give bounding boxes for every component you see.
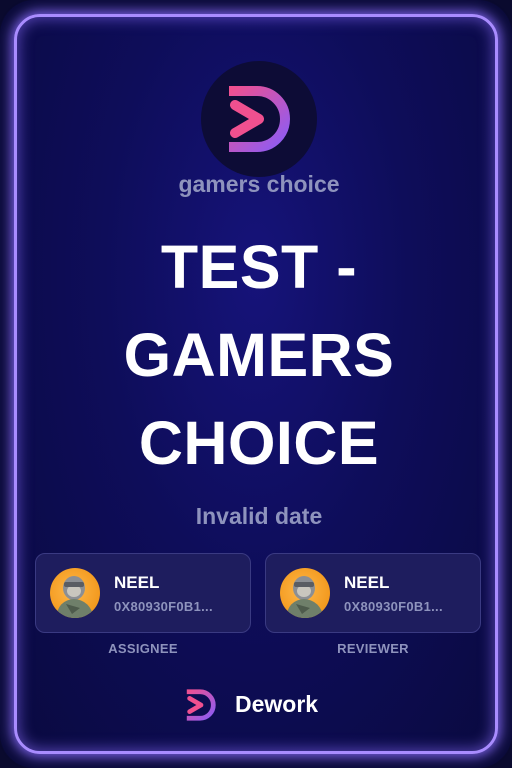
card-frame: gamers choice TEST - GAMERS CHOICE Inval… [0, 0, 512, 768]
reviewer-name: NEEL [344, 573, 390, 592]
avatar [50, 568, 100, 618]
assignee-role-label: ASSIGNEE [108, 641, 178, 656]
dework-logo-icon [229, 86, 290, 152]
task-card: gamers choice TEST - GAMERS CHOICE Inval… [14, 14, 498, 754]
ape-avatar-icon [56, 576, 94, 618]
ape-avatar-icon [286, 576, 324, 618]
reviewer-address: 0X80930F0B1... [344, 599, 443, 614]
task-title: TEST - GAMERS CHOICE [123, 233, 395, 477]
avatar [280, 568, 330, 618]
dework-brand[interactable]: Dework [181, 687, 341, 723]
assignee-name: NEEL [114, 573, 160, 592]
assignee-card[interactable]: NEEL 0X80930F0B1... [35, 553, 251, 633]
org-name: gamers choice [178, 171, 340, 197]
dework-logo-icon [186, 689, 216, 721]
org-logo [201, 61, 317, 177]
task-date: Invalid date [195, 503, 323, 529]
assignee-address: 0X80930F0B1... [114, 599, 213, 614]
reviewer-role-label: REVIEWER [337, 641, 409, 656]
brand-name: Dework [235, 691, 319, 717]
reviewer-card[interactable]: NEEL 0X80930F0B1... [265, 553, 481, 633]
